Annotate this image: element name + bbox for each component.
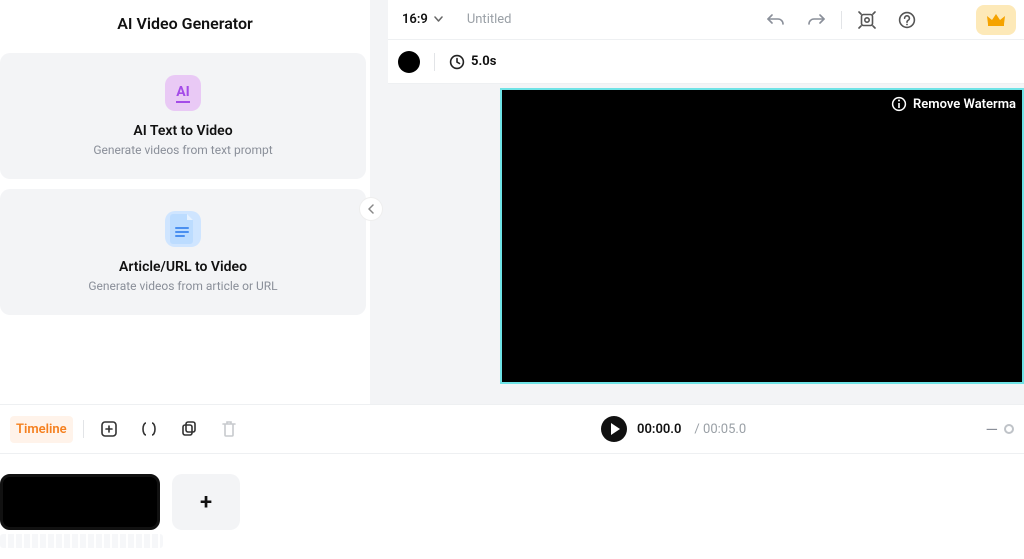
color-swatch[interactable]: [398, 51, 420, 73]
split-icon: [140, 420, 158, 438]
add-clip-button[interactable]: +: [172, 474, 240, 530]
timeline-track: +: [0, 454, 1024, 530]
time-total: / 00:05.0: [694, 422, 746, 437]
aspect-ratio-selector[interactable]: 16:9: [396, 8, 449, 31]
undo-button[interactable]: [761, 5, 791, 35]
clip-duration[interactable]: 5.0s: [449, 54, 496, 70]
separator: [83, 420, 84, 438]
zoom-slider-handle[interactable]: [1004, 424, 1014, 434]
play-icon: [611, 423, 620, 435]
playbar: Timeline 00:00.0 / 00:05.0 —: [0, 404, 1024, 454]
zoom-controls[interactable]: —: [986, 420, 1015, 439]
time-current: 00:00.0: [637, 422, 681, 437]
timeline-tab[interactable]: Timeline: [10, 416, 73, 443]
info-icon: [891, 96, 907, 112]
aspect-ratio-value: 16:9: [402, 12, 428, 27]
collapse-sidebar-button[interactable]: [360, 198, 382, 220]
document-icon: [165, 211, 201, 247]
watermark-label: Remove Waterma: [913, 97, 1016, 112]
canvas-wrap: Remove Waterma: [388, 84, 1024, 404]
chevron-down-icon: [434, 14, 443, 25]
copy-button[interactable]: [174, 414, 204, 444]
sidebar-divider: [370, 0, 388, 404]
chevron-left-icon: [367, 204, 375, 214]
undo-icon: [767, 13, 785, 27]
add-button[interactable]: [94, 414, 124, 444]
zoom-out-button[interactable]: —: [986, 420, 999, 439]
help-button[interactable]: [892, 5, 922, 35]
premium-button[interactable]: [976, 5, 1016, 35]
sidebar-title: AI Video Generator: [0, 14, 370, 33]
card-subtitle: Generate videos from article or URL: [88, 279, 277, 293]
crown-icon: [986, 12, 1006, 28]
crop-button[interactable]: [852, 5, 882, 35]
card-title: AI Text to Video: [133, 123, 232, 139]
duration-label: 5.0s: [471, 54, 496, 69]
split-button[interactable]: [134, 414, 164, 444]
preview-area: 16:9 Untitled: [388, 0, 1024, 404]
ai-icon: AI: [165, 75, 201, 111]
plus-icon: +: [200, 490, 212, 515]
crop-icon: [858, 11, 876, 29]
project-title[interactable]: Untitled: [467, 12, 512, 27]
top-toolbar: 16:9 Untitled: [388, 0, 1024, 40]
audio-track-strip[interactable]: [0, 534, 163, 548]
sidebar: AI Video Generator AI AI Text to Video G…: [0, 0, 370, 404]
clock-icon: [449, 54, 465, 70]
plus-square-icon: [100, 420, 118, 438]
redo-button[interactable]: [801, 5, 831, 35]
separator: [841, 11, 842, 29]
card-subtitle: Generate videos from text prompt: [93, 143, 272, 157]
remove-watermark-button[interactable]: Remove Waterma: [891, 96, 1016, 112]
card-ai-text-to-video[interactable]: AI AI Text to Video Generate videos from…: [0, 53, 366, 179]
video-canvas[interactable]: Remove Waterma: [500, 88, 1024, 384]
clip-bar: 5.0s: [388, 40, 1024, 84]
help-icon: [898, 11, 916, 29]
play-button[interactable]: [601, 416, 627, 442]
copy-icon: [180, 420, 198, 438]
delete-button[interactable]: [214, 414, 244, 444]
separator: [434, 53, 435, 71]
card-article-url-to-video[interactable]: Article/URL to Video Generate videos fro…: [0, 189, 366, 315]
redo-icon: [807, 13, 825, 27]
clip-thumbnail[interactable]: [0, 474, 160, 530]
trash-icon: [221, 420, 237, 438]
card-title: Article/URL to Video: [119, 259, 247, 275]
